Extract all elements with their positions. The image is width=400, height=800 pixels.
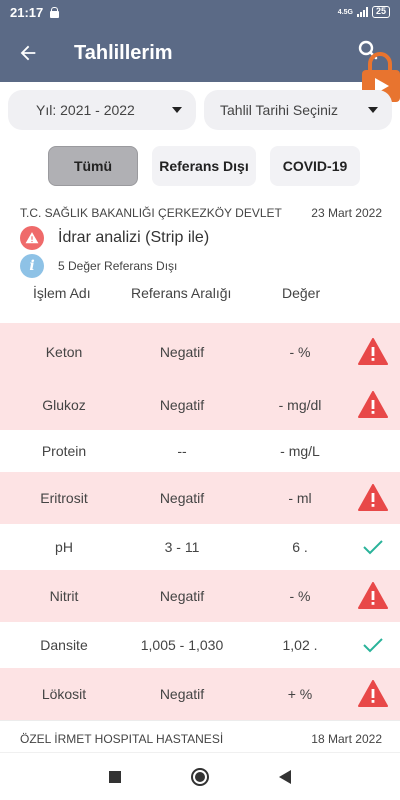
row-value: - mg/dl xyxy=(278,397,322,413)
row-value: + % xyxy=(287,686,313,702)
filter-bar: Yıl: 2021 - 2022 Tahlil Tarihi Seçiniz xyxy=(8,90,392,130)
warning-icon xyxy=(358,582,388,610)
column-header-name: İşlem Adı xyxy=(33,285,91,301)
row-value: - ml xyxy=(288,490,312,506)
status-time: 21:17 xyxy=(10,4,44,20)
row-value: - mg/L xyxy=(280,443,320,459)
home-icon[interactable] xyxy=(191,767,209,786)
status-bar: 21:17 4.5G 25 xyxy=(0,0,400,24)
table-row[interactable]: Glukoz Negatif - mg/dl xyxy=(0,380,400,430)
warning-icon xyxy=(358,337,388,366)
warning-icon xyxy=(358,391,388,419)
row-range: Negatif xyxy=(159,397,205,413)
checkmark-icon xyxy=(358,631,388,659)
row-name: Nitrit xyxy=(49,588,79,604)
network-type: 4.5G xyxy=(337,8,353,16)
row-name: Protein xyxy=(41,443,87,459)
row-name: Dansite xyxy=(40,637,88,653)
system-nav-bar xyxy=(0,752,400,800)
row-value: 1,02 . xyxy=(282,637,318,653)
row-range: Negatif xyxy=(159,588,205,604)
test-name: İdrar analizi (Strip ile) xyxy=(58,229,210,246)
table-row[interactable]: Lökosit Negatif + % xyxy=(0,668,400,720)
row-value: 6 . xyxy=(292,539,308,555)
recents-icon[interactable] xyxy=(109,770,121,783)
tab-out-of-range[interactable]: Referans Dışı xyxy=(152,146,256,186)
table-row[interactable]: pH 3 - 11 6 . xyxy=(0,524,400,570)
date-dropdown[interactable]: Tahlil Tarihi Seçiniz xyxy=(204,90,392,130)
info-icon: i xyxy=(20,254,44,278)
row-name: Lökosit xyxy=(41,686,87,702)
warning-icon xyxy=(358,680,388,708)
column-header-value: Değer xyxy=(282,285,321,301)
arrow-left-icon xyxy=(20,45,36,61)
battery-icon: 25 xyxy=(371,6,390,18)
result-date: 23 Mart 2022 xyxy=(311,206,382,220)
row-name: Eritrosit xyxy=(40,490,88,506)
group-header: ÖZEL İRMET HOSPITAL HASTANESİ 18 Mart 20… xyxy=(20,732,382,746)
row-range: 1,005 - 1,030 xyxy=(140,637,224,653)
back-button[interactable] xyxy=(0,24,56,82)
segment-tabs: Tümü Referans Dışı COVID-19 xyxy=(0,146,400,186)
checkmark-icon xyxy=(358,533,388,561)
row-name: pH xyxy=(55,539,73,555)
summary-text: 5 Değer Referans Dışı xyxy=(58,259,178,273)
table-row[interactable]: Dansite 1,005 - 1,030 1,02 . xyxy=(0,622,400,668)
row-value: - % xyxy=(289,343,311,360)
table-row[interactable]: Eritrosit Negatif - ml xyxy=(0,472,400,524)
row-range: Negatif xyxy=(159,490,205,506)
warning-icon xyxy=(358,484,388,512)
year-dropdown-label: Yıl: 2021 - 2022 xyxy=(36,102,135,118)
group-header: T.C. SAĞLIK BAKANLIĞI ÇERKEZKÖY DEVLET 2… xyxy=(20,206,382,220)
column-header-range: Referans Aralığı xyxy=(131,285,232,301)
table-header: İşlem Adı Referans Aralığı Değer xyxy=(0,285,400,303)
date-dropdown-label: Tahlil Tarihi Seçiniz xyxy=(220,102,339,118)
row-range: 3 - 11 xyxy=(164,539,200,555)
signal-icon xyxy=(356,7,368,17)
table-row[interactable]: Keton Negatif - % xyxy=(0,323,400,380)
app-bar: Tahlillerim xyxy=(0,24,400,82)
row-value: - % xyxy=(289,588,311,604)
chevron-down-icon xyxy=(172,107,182,113)
result-date: 18 Mart 2022 xyxy=(311,732,382,746)
row-range: -- xyxy=(177,443,187,459)
row-name: Keton xyxy=(45,343,83,360)
institution-name: ÖZEL İRMET HOSPITAL HASTANESİ xyxy=(20,732,224,746)
out-of-range-summary: i 5 Değer Referans Dışı xyxy=(20,254,177,278)
page-title: Tahlillerim xyxy=(74,41,173,64)
divider xyxy=(0,720,400,721)
institution-name: T.C. SAĞLIK BAKANLIĞI ÇERKEZKÖY DEVLET xyxy=(20,206,282,220)
table-row[interactable]: Protein -- - mg/L xyxy=(0,430,400,472)
chevron-down-icon xyxy=(368,107,378,113)
row-range: Negatif xyxy=(159,343,205,360)
table-row[interactable]: Nitrit Negatif - % xyxy=(0,570,400,622)
warning-icon xyxy=(20,226,44,250)
lock-icon xyxy=(49,6,60,18)
year-dropdown[interactable]: Yıl: 2021 - 2022 xyxy=(8,90,196,130)
back-nav-icon[interactable] xyxy=(279,769,291,784)
row-range: Negatif xyxy=(159,686,205,702)
row-name: Glukoz xyxy=(42,397,86,413)
tab-all[interactable]: Tümü xyxy=(48,146,138,186)
tab-covid[interactable]: COVID-19 xyxy=(270,146,360,186)
test-title-row[interactable]: İdrar analizi (Strip ile) xyxy=(20,226,209,250)
